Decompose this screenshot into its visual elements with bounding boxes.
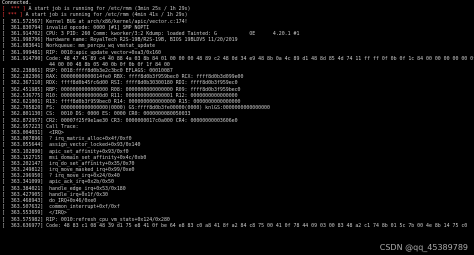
log-text: [ 363.507632] common_interrupt+0xf/0xf (2, 204, 120, 211)
log-text: [ 362.872957] CR2: 00007f25f9e1ae30 CR3:… (2, 117, 238, 124)
log-text: [ 361.998796] Hardware name: RoyalTech R… (2, 37, 238, 44)
log-text: [ 361.083641] Workqueue: mm_percpu_wq vm… (2, 43, 156, 50)
log-text: [ 361.914702] CPU: 3 PID: 260 Comm: kwor… (2, 30, 300, 37)
watermark: CSDN @qq_45389789 (379, 243, 468, 252)
log-text: [ 363.384021] handle_edge_irq+0x53/0x180 (2, 185, 126, 192)
log-text: [ 361.572567] Kernel BUG at arch/x86/ker… (2, 18, 188, 25)
log-text: [ 363.055644] assign_vector_locked+0x93/… (2, 142, 141, 149)
status-marker: [ *** ] (2, 6, 26, 13)
log-text: [ 363.636977] Code: 48 83 c1 08 48 39 d1… (2, 222, 468, 229)
log-text: [ 362.957223] Call Trace: (2, 123, 79, 130)
log-text: [ 363.341099] apic_ack_irq+0x2b/0x50 (2, 179, 114, 186)
log-text: [ 362.367110] RDX: ffff8d0b45fc6d00 RSI:… (2, 80, 238, 87)
log-text: [ 362.801130] CS: 0010 DS: 0000 ES: 0000… (2, 111, 191, 118)
log-text: [ 363.468943] do_IRQ+0x46/0xe0 (2, 198, 97, 204)
log-text: [ 362.238861] RSP: 0018:ffff8d0b3e2c3bc0… (2, 68, 173, 75)
log-text: [ 363.004031] <IRQ> (2, 129, 64, 136)
log-text: [ 362.451985] RBP: 0000000000000000 R08:… (2, 86, 241, 93)
log-text: [ 362.621001] R13: ffff8d0b3f959bec0 R14… (2, 99, 241, 105)
log-text: [ 361.999481] RIP: 0010:apic_update_vect… (2, 49, 161, 56)
log-text: [ 363.575982] RIP: 0010:refresh_cpu_vm_s… (2, 216, 170, 223)
log-text: [ 363.152715] msi_domain_set_affinity+0x… (2, 154, 147, 161)
log-text: A start job is running for /etc/rmm (4mi… (22, 12, 188, 19)
status-marker: [ *** ] (2, 12, 23, 19)
log-text: 44 00 00 48 8b 05 40 0b 0f 0b 0f 1f 84 0… (2, 61, 170, 68)
log-line: [ 363.636977] Code: 48 83 c1 08 48 39 d1… (2, 223, 474, 229)
log-text: [ 362.705820] FS: 0000000000000000(0000)… (2, 105, 270, 112)
log-text: [ 363.007896] ? irq_matrix_alloc+0x4f/0x… (2, 136, 132, 143)
log-lines: [ *** ] A start job is running for /etc/… (2, 6, 474, 229)
log-text: [ 363.553659] </IRQ> (2, 210, 67, 217)
log-text: [ 363.202147] irq_do_set_affinity+0x35/0… (2, 160, 135, 167)
log-text: [ 361.914790] Code: 48 47 45 89 c4 40 88… (2, 55, 474, 62)
log-text: [ 363.102890] apic_set_affinity+0x93/0xf… (2, 148, 129, 155)
console-output: Connected. [ *** ] A start job is runnin… (0, 0, 474, 255)
log-text: A start job is running for /etc/rmm (3mi… (25, 6, 191, 13)
log-text: [ 362.536775] R10: 00000000000000d0 R11:… (2, 92, 238, 99)
log-text: [ 363.427905] handle_irq+0x1f/0x30 (2, 191, 108, 198)
log-text: [ 361.830794] invalid opcode: 0000 [#1] … (2, 24, 150, 31)
log-text: [ 363.296950] ? irq_move_irq+0x24/0x40 (2, 173, 120, 180)
log-text: [ 362.282306] RAX: 00000000000014fe0 RBX… (2, 74, 244, 81)
log-text: [ 363.249812] irq_move_masked_irq+0x99/0… (2, 167, 135, 174)
